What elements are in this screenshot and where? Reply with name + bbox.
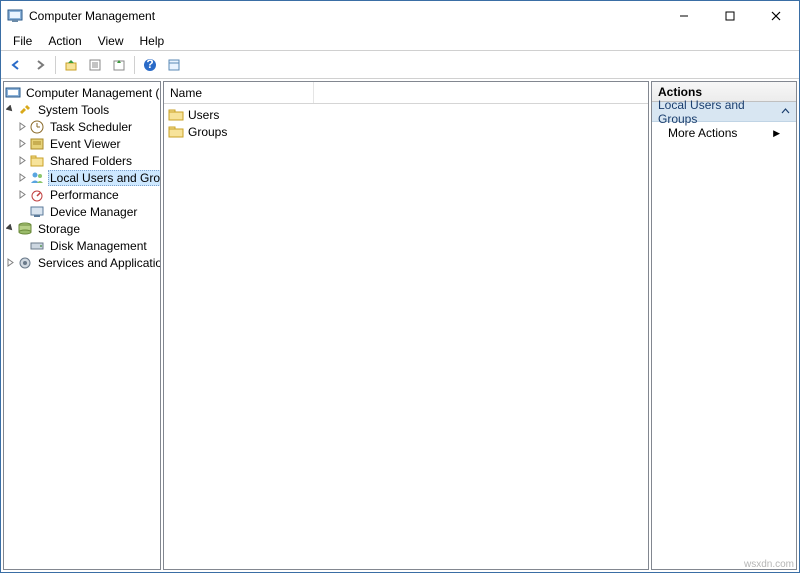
tree-event-viewer[interactable]: Event Viewer — [4, 135, 160, 152]
users-icon — [29, 170, 45, 186]
help-button[interactable]: ? — [139, 54, 161, 76]
window-title: Computer Management — [29, 9, 661, 23]
minimize-button[interactable] — [661, 1, 707, 31]
tools-icon — [17, 102, 33, 118]
list-item-label: Users — [188, 108, 219, 122]
tree-root[interactable]: Computer Management (Local — [4, 84, 160, 101]
expander-icon[interactable] — [16, 121, 28, 133]
expander-icon[interactable] — [16, 138, 28, 150]
folder-icon — [168, 107, 184, 123]
app-icon — [7, 8, 23, 24]
back-button[interactable] — [5, 54, 27, 76]
storage-icon — [17, 221, 33, 237]
tree-shared-folders[interactable]: Shared Folders — [4, 152, 160, 169]
expander-icon[interactable] — [4, 223, 16, 235]
actions-more[interactable]: More Actions ▶ — [652, 122, 796, 144]
expander-icon[interactable] — [4, 104, 16, 116]
forward-button[interactable] — [29, 54, 51, 76]
tree-system-tools[interactable]: System Tools — [4, 101, 160, 118]
tree-device-manager[interactable]: Device Manager — [4, 203, 160, 220]
menubar: File Action View Help — [1, 31, 799, 51]
refresh-button[interactable] — [163, 54, 185, 76]
performance-icon — [29, 187, 45, 203]
close-button[interactable] — [753, 1, 799, 31]
expander-icon[interactable] — [16, 172, 28, 184]
list-item-label: Groups — [188, 125, 227, 139]
up-button[interactable] — [60, 54, 82, 76]
menu-action[interactable]: Action — [40, 32, 89, 50]
actions-more-label: More Actions — [668, 126, 737, 140]
collapse-icon[interactable] — [781, 107, 790, 116]
actions-panel: Actions Local Users and Groups More Acti… — [651, 81, 797, 570]
tree-disk-management[interactable]: Disk Management — [4, 237, 160, 254]
folder-icon — [168, 124, 184, 140]
list-item[interactable]: Users — [164, 106, 648, 123]
svg-text:?: ? — [146, 58, 153, 71]
export-button[interactable] — [108, 54, 130, 76]
titlebar: Computer Management — [1, 1, 799, 31]
tree-task-scheduler[interactable]: Task Scheduler — [4, 118, 160, 135]
maximize-button[interactable] — [707, 1, 753, 31]
tree-local-users-groups[interactable]: Local Users and Groups — [4, 169, 160, 186]
menu-help[interactable]: Help — [132, 32, 173, 50]
column-header[interactable]: Name — [164, 82, 648, 104]
disk-icon — [29, 238, 45, 254]
content-panel: Name Users Groups — [163, 81, 649, 570]
expander-icon[interactable] — [4, 257, 16, 269]
expander-icon[interactable] — [16, 189, 28, 201]
tree-services-apps[interactable]: Services and Applications — [4, 254, 160, 271]
tree-panel[interactable]: Computer Management (Local System Tools … — [3, 81, 161, 570]
event-log-icon — [29, 136, 45, 152]
clock-icon — [29, 119, 45, 135]
services-icon — [17, 255, 33, 271]
chevron-right-icon: ▶ — [773, 128, 780, 139]
actions-section[interactable]: Local Users and Groups — [652, 102, 796, 122]
tree-storage[interactable]: Storage — [4, 220, 160, 237]
watermark: wsxdn.com — [744, 559, 794, 570]
column-name[interactable]: Name — [164, 82, 314, 103]
menu-view[interactable]: View — [90, 32, 132, 50]
shared-folder-icon — [29, 153, 45, 169]
tree-performance[interactable]: Performance — [4, 186, 160, 203]
computer-icon — [5, 85, 21, 101]
list-item[interactable]: Groups — [164, 123, 648, 140]
menu-file[interactable]: File — [5, 32, 40, 50]
expander-icon[interactable] — [16, 155, 28, 167]
device-manager-icon — [29, 204, 45, 220]
toolbar: ? — [1, 51, 799, 79]
workspace: Computer Management (Local System Tools … — [1, 79, 799, 572]
properties-button[interactable] — [84, 54, 106, 76]
